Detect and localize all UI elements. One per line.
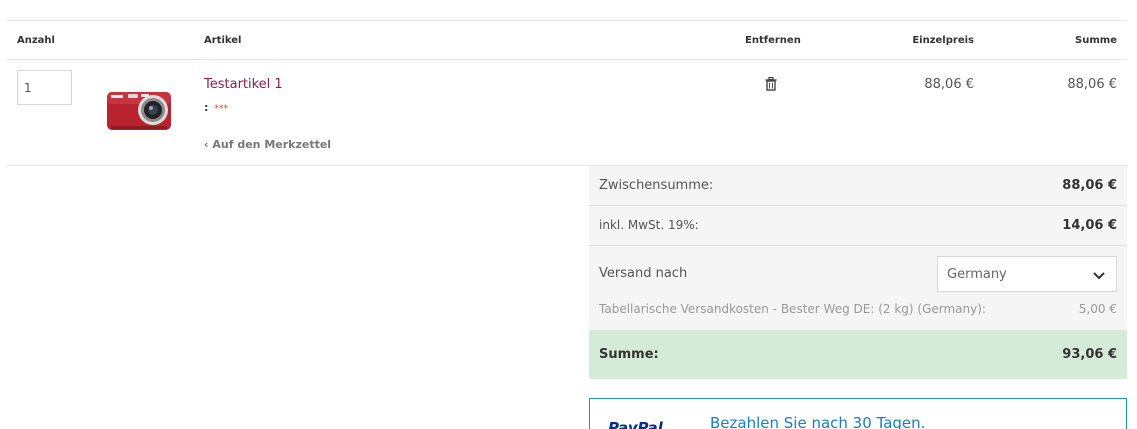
header-article: Artikel xyxy=(204,35,242,46)
subtotal-row: Zwischensumme: 88,06 € xyxy=(589,166,1127,206)
header-remove: Entfernen xyxy=(745,35,801,46)
header-quantity: Anzahl xyxy=(17,35,55,46)
header-unit-price: Einzelpreis xyxy=(912,35,974,46)
quantity-input[interactable] xyxy=(17,70,72,105)
subtotal-value: 88,06 € xyxy=(1062,178,1117,193)
shipping-label: Versand nach xyxy=(599,266,688,281)
trash-icon[interactable] xyxy=(765,77,777,91)
cart-table: Anzahl Artikel Entfernen Einzelpreis Sum… xyxy=(7,20,1127,166)
header-sum: Summe xyxy=(1075,35,1117,46)
tax-value: 14,06 € xyxy=(1062,218,1117,233)
shipping-cost: 5,00 € xyxy=(1078,302,1117,316)
paypal-later-banner[interactable]: PayPal Bezahlen Sie nach 30 Tagen. xyxy=(589,398,1127,429)
subtotal-label: Zwischensumme: xyxy=(599,178,714,193)
product-link[interactable]: Testartikel 1 xyxy=(204,77,283,92)
shipping-country-select[interactable]: Germany xyxy=(937,256,1117,292)
paypal-logo: PayPal xyxy=(608,419,663,429)
total-label: Summe: xyxy=(599,347,659,362)
line-total: 88,06 € xyxy=(1067,77,1117,92)
shipping-country-value: Germany xyxy=(947,267,1007,282)
attribute-separator: : xyxy=(204,101,209,114)
unit-price: 88,06 € xyxy=(924,77,974,92)
shipping-method-description: Tabellarische Versandkosten - Bester Weg… xyxy=(599,302,986,316)
cart-totals: Zwischensumme: 88,06 € inkl. MwSt. 19%: … xyxy=(589,166,1127,379)
paypal-promo-text: Bezahlen Sie nach 30 Tagen. xyxy=(710,414,926,429)
cart-item-row: Testartikel 1 :*** ‹ Auf den Merkzettel … xyxy=(7,60,1127,166)
total-value: 93,06 € xyxy=(1062,347,1117,362)
total-row: Summe: 93,06 € xyxy=(589,330,1127,379)
cart-header-row: Anzahl Artikel Entfernen Einzelpreis Sum… xyxy=(7,20,1127,60)
tax-label: inkl. MwSt. 19%: xyxy=(599,218,699,232)
tax-row: inkl. MwSt. 19%: 14,06 € xyxy=(589,206,1127,246)
camera-product-image[interactable] xyxy=(106,88,172,132)
attribute-value: *** xyxy=(214,104,228,114)
chevron-down-icon xyxy=(1093,272,1105,280)
item-attribute: : *** xyxy=(204,101,228,114)
shipping-row: Versand nach Germany Tabellarische Versa… xyxy=(589,246,1127,330)
move-to-wishlist-link[interactable]: ‹ Auf den Merkzettel xyxy=(204,138,331,151)
